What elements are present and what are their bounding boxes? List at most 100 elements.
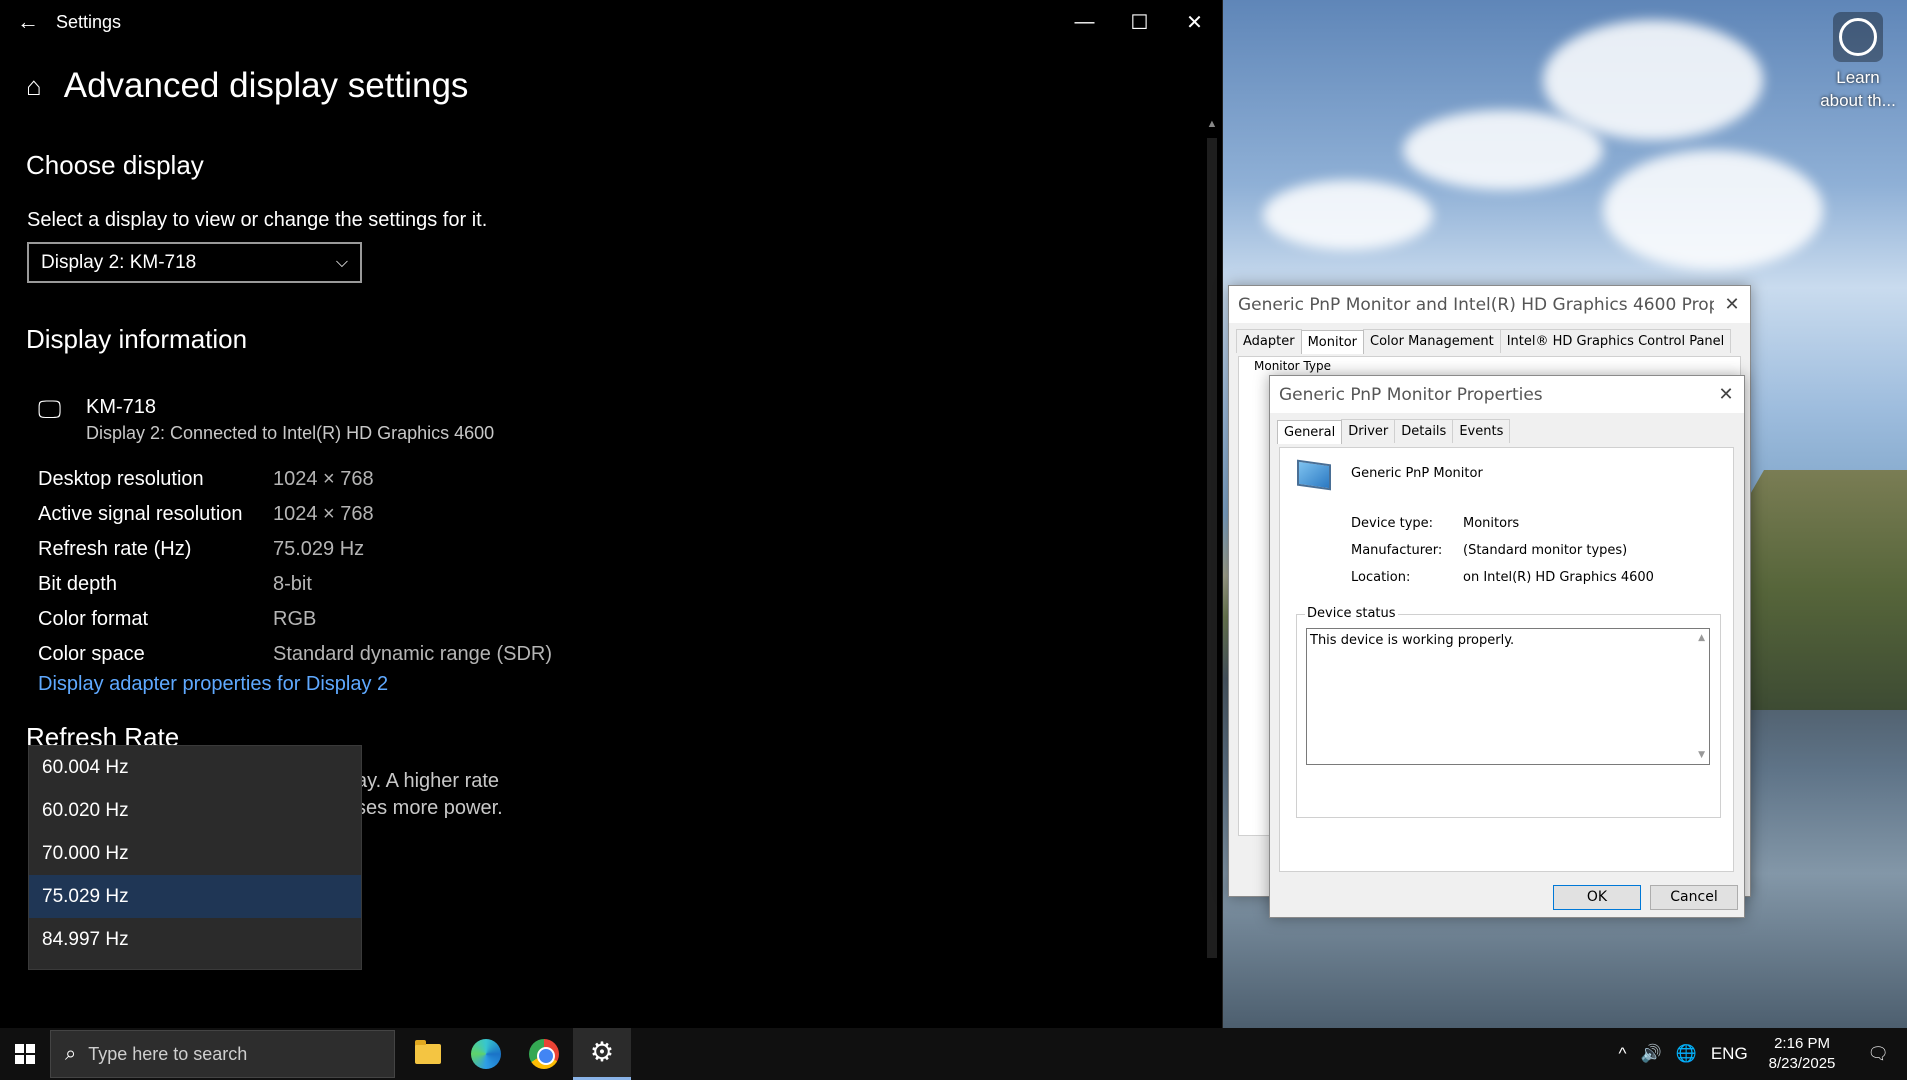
device-prop-row: Manufacturer: (Standard monitor types) bbox=[1351, 537, 1654, 564]
cancel-button[interactable]: Cancel bbox=[1650, 885, 1738, 910]
settings-taskbar-button[interactable]: ⚙ bbox=[573, 1028, 631, 1080]
display-info-table: Desktop resolution 1024 × 768 Active sign… bbox=[38, 462, 552, 672]
folder-icon bbox=[415, 1040, 441, 1064]
prop-value: (Standard monitor types) bbox=[1463, 543, 1628, 558]
tab-details[interactable]: Details bbox=[1394, 419, 1454, 443]
desktop-icon-label-2: about th... bbox=[1820, 91, 1896, 110]
monitor-icon: 🖵 bbox=[38, 396, 62, 423]
info-value: 75.029 Hz bbox=[273, 538, 365, 560]
desktop-icon-learn[interactable]: Learn about th... bbox=[1810, 12, 1906, 112]
prop-label: Manufacturer: bbox=[1351, 543, 1443, 558]
tab-intel-control-panel[interactable]: Intel® HD Graphics Control Panel bbox=[1499, 329, 1732, 353]
search-icon: ⌕ bbox=[65, 1042, 77, 1065]
monitor-dialog-title: Generic PnP Monitor Properties bbox=[1279, 384, 1543, 405]
volume-icon[interactable]: 🔊 bbox=[1633, 1044, 1668, 1064]
scroll-down-icon[interactable]: ▼ bbox=[1698, 750, 1705, 760]
monitor-info: 🖵 KM-718 Display 2: Connected to Intel(R… bbox=[38, 396, 494, 444]
refresh-rate-description: ay. A higher rate ses more power. bbox=[356, 768, 503, 822]
clock-date: 8/23/2025 bbox=[1768, 1055, 1836, 1072]
edge-button[interactable] bbox=[457, 1028, 515, 1080]
monitor-dialog-tabs: General Driver Details Events bbox=[1270, 419, 1744, 444]
adapter-dialog-tabs: Adapter Monitor Color Management Intel® … bbox=[1229, 329, 1750, 354]
prop-label: Location: bbox=[1351, 570, 1411, 585]
refresh-rate-option-selected[interactable]: 75.029 Hz bbox=[29, 875, 361, 918]
taskbar-search-box[interactable]: ⌕ Type here to search bbox=[50, 1030, 395, 1078]
info-label: Color format bbox=[38, 608, 149, 630]
page-title: Advanced display settings bbox=[63, 66, 469, 105]
globe-network-icon[interactable]: 🌐 bbox=[1669, 1044, 1704, 1064]
info-value: Standard dynamic range (SDR) bbox=[273, 643, 553, 665]
monitor-properties-dialog: Generic PnP Monitor Properties ✕ General… bbox=[1269, 375, 1745, 918]
scrollbar-thumb[interactable] bbox=[1207, 138, 1217, 958]
adapter-dialog-title: Generic PnP Monitor and Intel(R) HD Grap… bbox=[1238, 294, 1714, 315]
info-label: Bit depth bbox=[38, 573, 117, 595]
chevron-up-icon[interactable]: ^ bbox=[1612, 1044, 1634, 1064]
monitor-dialog-panel: Generic PnP Monitor Device type: Monitors… bbox=[1279, 447, 1734, 872]
window-title: Settings bbox=[56, 11, 122, 32]
taskbar: ⌕ Type here to search ⚙ ^ 🔊 🌐 ENG 2:16 P… bbox=[0, 1028, 1907, 1080]
language-indicator[interactable]: ENG bbox=[1704, 1044, 1755, 1064]
info-row: Color format RGB bbox=[38, 602, 552, 637]
settings-scrollbar[interactable]: ▲ bbox=[1203, 118, 1221, 960]
choose-display-instruction: Select a display to view or change the s… bbox=[27, 209, 488, 231]
ok-button[interactable]: OK bbox=[1553, 885, 1641, 910]
display-select-value: Display 2: KM-718 bbox=[41, 251, 197, 273]
device-status-textbox[interactable]: This device is working properly. ▲ ▼ bbox=[1306, 628, 1710, 765]
device-status-text: This device is working properly. bbox=[1310, 633, 1515, 648]
edge-icon bbox=[471, 1039, 501, 1069]
display-information-heading: Display information bbox=[26, 324, 248, 354]
close-button[interactable]: ✕ bbox=[1167, 10, 1222, 35]
notification-icon[interactable]: 🗨 bbox=[1849, 1044, 1907, 1064]
refresh-rate-dropdown[interactable]: 60.004 Hz 60.020 Hz 70.000 Hz 75.029 Hz … bbox=[28, 745, 362, 970]
tab-driver[interactable]: Driver bbox=[1341, 419, 1396, 443]
display-adapter-properties-link[interactable]: Display adapter properties for Display 2 bbox=[38, 673, 388, 696]
desktop-icon-label: Learn bbox=[1836, 68, 1880, 87]
chrome-button[interactable] bbox=[515, 1028, 573, 1080]
device-status-group: Device status This device is working pro… bbox=[1296, 606, 1721, 818]
clock-time: 2:16 PM bbox=[1774, 1035, 1830, 1052]
scroll-up-icon[interactable]: ▲ bbox=[1698, 633, 1705, 643]
info-label: Active signal resolution bbox=[38, 503, 243, 525]
monitor-dialog-titlebar: Generic PnP Monitor Properties ✕ bbox=[1270, 376, 1744, 413]
info-value: 1024 × 768 bbox=[273, 468, 374, 490]
close-icon[interactable]: ✕ bbox=[1708, 384, 1744, 405]
learn-about-picture-icon bbox=[1833, 12, 1883, 62]
info-row: Bit depth 8-bit bbox=[38, 567, 552, 602]
device-prop-row: Location: on Intel(R) HD Graphics 4600 bbox=[1351, 564, 1654, 591]
chevron-down-icon: ⌵ bbox=[335, 253, 348, 271]
start-button[interactable] bbox=[0, 1028, 50, 1080]
display-select[interactable]: Display 2: KM-718 ⌵ bbox=[27, 242, 362, 283]
minimize-button[interactable]: — bbox=[1057, 11, 1112, 34]
prop-value: on Intel(R) HD Graphics 4600 bbox=[1463, 570, 1654, 585]
refresh-rate-option[interactable]: 60.004 Hz bbox=[29, 746, 361, 789]
device-properties: Device type: Monitors Manufacturer: (Stand… bbox=[1351, 510, 1654, 591]
monitor-device-icon bbox=[1297, 459, 1331, 491]
refresh-rate-option[interactable]: 84.997 Hz bbox=[29, 918, 361, 961]
info-label: Desktop resolution bbox=[38, 468, 204, 490]
back-arrow-icon[interactable]: ← bbox=[0, 9, 56, 35]
tab-color-management[interactable]: Color Management bbox=[1363, 329, 1501, 353]
close-icon[interactable]: ✕ bbox=[1714, 294, 1750, 315]
tab-events[interactable]: Events bbox=[1452, 419, 1511, 443]
prop-value: Monitors bbox=[1463, 516, 1520, 531]
settings-titlebar: ← Settings — ☐ ✕ bbox=[0, 0, 1222, 44]
search-placeholder: Type here to search bbox=[88, 1043, 248, 1064]
monitor-type-label: Monitor Type bbox=[1254, 359, 1331, 373]
windows-logo-icon bbox=[15, 1044, 35, 1064]
monitor-name: KM-718 bbox=[86, 396, 157, 418]
tab-adapter[interactable]: Adapter bbox=[1236, 329, 1302, 353]
refresh-rate-option[interactable]: 60.020 Hz bbox=[29, 789, 361, 832]
info-label: Color space bbox=[38, 643, 145, 665]
scroll-up-icon[interactable]: ▲ bbox=[1203, 118, 1221, 136]
tab-general[interactable]: General bbox=[1277, 420, 1343, 444]
settings-window: ← Settings — ☐ ✕ ⌂ Advanced display sett… bbox=[0, 0, 1223, 1028]
file-explorer-button[interactable] bbox=[399, 1028, 457, 1080]
info-row: Desktop resolution 1024 × 768 bbox=[38, 462, 552, 497]
home-icon[interactable]: ⌂ bbox=[26, 71, 42, 102]
tab-monitor[interactable]: Monitor bbox=[1300, 330, 1364, 354]
info-row: Active signal resolution 1024 × 768 bbox=[38, 497, 552, 532]
maximize-button[interactable]: ☐ bbox=[1112, 10, 1167, 35]
clock[interactable]: 2:16 PM 8/23/2025 bbox=[1755, 1034, 1850, 1074]
refresh-rate-option[interactable]: 70.000 Hz bbox=[29, 832, 361, 875]
info-value: 8-bit bbox=[273, 573, 312, 595]
